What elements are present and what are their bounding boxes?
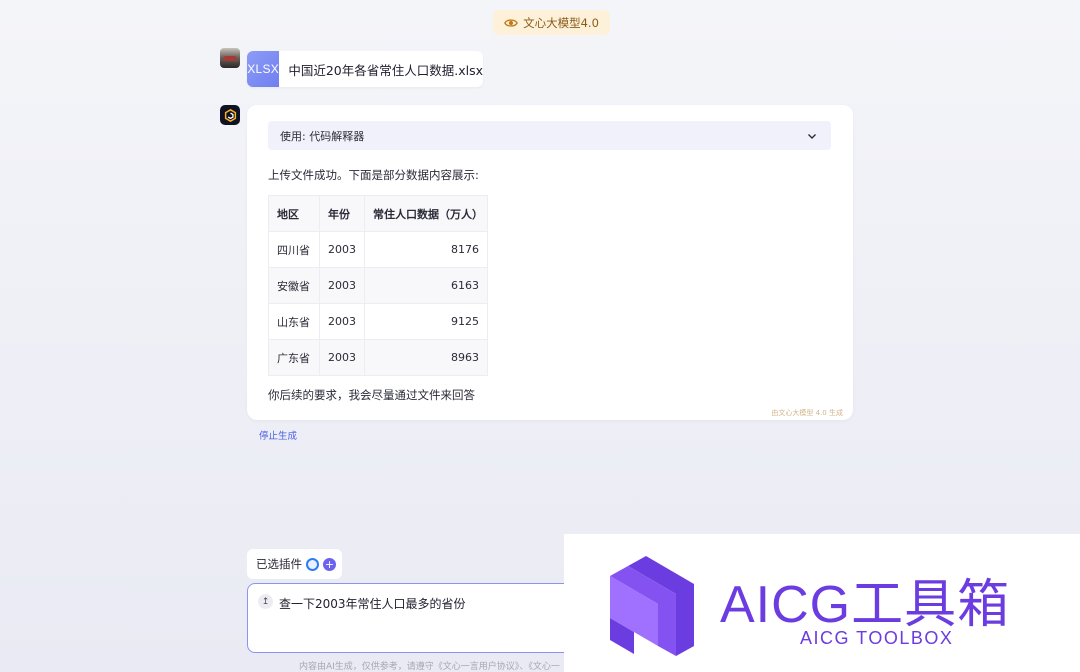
eye-icon: [504, 18, 518, 27]
watermark: AICG工具箱 AICG TOOLBOX: [564, 534, 1080, 672]
aicg-logo-icon: [610, 556, 694, 656]
table-row: 山东省 2003 9125: [268, 303, 488, 340]
table-header: 地区: [268, 195, 320, 232]
table-cell: 安徽省: [268, 267, 320, 304]
watermark-title: AICG工具箱: [720, 576, 1011, 634]
data-table: 地区 年份 常住人口数据（万人） 四川省 2003 8176 安徽省 2003 …: [268, 195, 488, 376]
table-header-row: 地区 年份 常住人口数据（万人）: [268, 195, 488, 232]
intro-text: 上传文件成功。下面是部分数据内容展示:: [268, 168, 479, 182]
table-cell: 2003: [319, 339, 365, 376]
table-cell: 广东省: [268, 339, 320, 376]
watermark-subtitle: AICG TOOLBOX: [800, 628, 954, 648]
plugin-usage-bar[interactable]: 使用: 代码解释器: [268, 121, 831, 150]
table-cell: 2003: [319, 267, 365, 304]
chevron-down-icon[interactable]: [806, 130, 818, 142]
table-row: 四川省 2003 8176: [268, 231, 488, 268]
table-cell: 2003: [319, 303, 365, 340]
table-row: 广东省 2003 8963: [268, 339, 488, 376]
model-badge-label: 文心大模型4.0: [523, 15, 599, 30]
outro-text: 你后续的要求，我会尽量通过文件来回答: [268, 388, 475, 402]
upload-icon[interactable]: ↥: [258, 594, 273, 609]
generated-by-tag: 由文心大模型 4.0 生成: [771, 409, 843, 417]
code-interpreter-plugin-icon[interactable]: [306, 557, 319, 571]
user-avatar: [220, 48, 240, 68]
add-plugin-icon[interactable]: +: [323, 557, 336, 571]
table-header: 年份: [319, 195, 365, 232]
chat-input-text[interactable]: 查一下2003年常住人口最多的省份: [279, 595, 466, 612]
table-cell: 四川省: [268, 231, 320, 268]
file-type-badge: XLSX: [247, 51, 280, 87]
disclaimer-text: 内容由AI生成，仅供参考，请遵守《文心一言用户协议》、《文心一: [299, 662, 560, 672]
bot-logo-icon: [224, 108, 236, 122]
table-cell: 2003: [319, 231, 365, 268]
model-badge[interactable]: 文心大模型4.0: [493, 10, 610, 35]
selected-plugins-label: 已选插件: [256, 557, 302, 571]
table-cell: 8176: [364, 231, 488, 268]
bot-avatar: [220, 105, 240, 125]
stop-generating-button[interactable]: 停止生成: [259, 428, 297, 442]
table-header: 常住人口数据（万人）: [364, 195, 488, 232]
table-cell: 山东省: [268, 303, 320, 340]
answer-card: 使用: 代码解释器 上传文件成功。下面是部分数据内容展示: 地区 年份 常住人口…: [247, 105, 853, 420]
table-row: 安徽省 2003 6163: [268, 267, 488, 304]
file-attachment[interactable]: XLSX 中国近20年各省常住人口数据.xlsx: [247, 51, 483, 87]
table-cell: 8963: [364, 339, 488, 376]
selected-plugins-chip[interactable]: 已选插件 +: [247, 549, 342, 579]
file-name: 中国近20年各省常住人口数据.xlsx: [288, 62, 483, 78]
table-cell: 6163: [364, 267, 488, 304]
table-cell: 9125: [364, 303, 488, 340]
plugin-usage-label: 使用: 代码解释器: [280, 129, 365, 143]
